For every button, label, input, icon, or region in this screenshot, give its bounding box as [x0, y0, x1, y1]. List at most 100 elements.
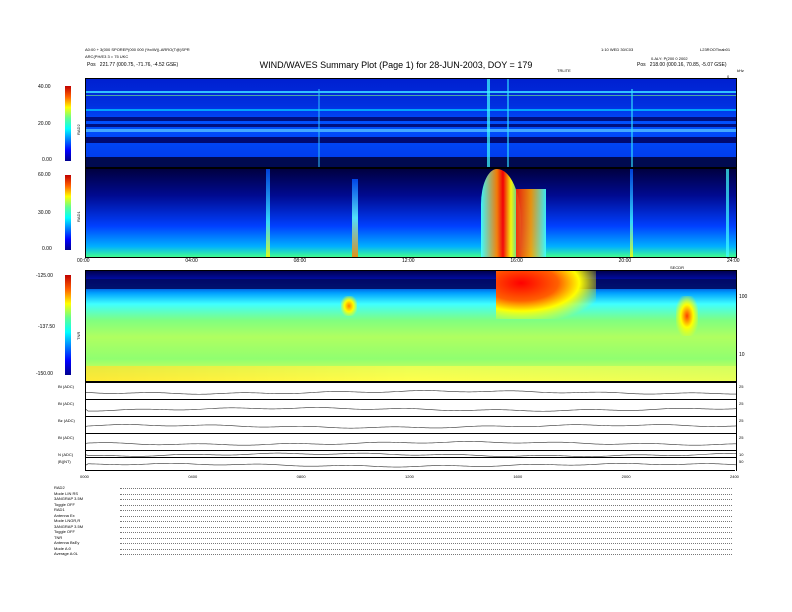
footer-row-label: RAD1: [54, 507, 65, 512]
trace-label: Bt (ADC): [58, 401, 74, 406]
footer-row: Mode LIN RS: [54, 491, 734, 496]
footer-row-dots: [120, 537, 732, 539]
trace-right-tick: 10: [739, 452, 744, 457]
trace-right-tick: 50: [739, 459, 744, 464]
header-right-unit: kHz: [737, 68, 744, 73]
trace-label: Bt (ADC): [58, 384, 74, 389]
footer-row-label: Mode LIN RS: [54, 490, 79, 496]
tnr-spectrogram: [85, 270, 737, 382]
trace-panel: [85, 457, 737, 471]
trace-label: N (ADC): [58, 452, 74, 457]
footer-row: Toggle OFF: [54, 502, 734, 507]
time-tick-top: 12:00: [402, 258, 415, 264]
tnr-right-tick-1: 10: [739, 352, 745, 358]
footer-row: RAD1: [54, 507, 734, 512]
tnr-cb-tick-2: -150.00: [36, 371, 53, 377]
footer-row: 3ANGRAP 3.5M: [54, 496, 734, 501]
trace-path: [86, 462, 736, 468]
header-right-line2: 0.ALY: P(200 0 2002: [651, 56, 688, 61]
time-tick-top: 20:00: [618, 258, 632, 264]
time-tick-bottom: 2000: [621, 474, 631, 479]
footer-row-label: Antenna Ex: [54, 512, 75, 518]
trace-label: |B|(NT): [58, 459, 71, 464]
tnr-right-unit: SECDR: [670, 265, 685, 270]
trace-path: [86, 407, 736, 412]
time-tick-top: 08:00: [293, 258, 307, 264]
header-left-line2: ARC(PH/E3 3 = 75 UKC: [85, 54, 129, 59]
trace-line: [86, 407, 736, 412]
footer-row: Toggle OFF: [54, 529, 734, 534]
time-tick-top: 24:00: [727, 258, 740, 264]
rad2-spectrogram: [85, 78, 737, 168]
footer-row-dots: [120, 526, 732, 528]
tnr-colorbar: [65, 275, 71, 375]
header-left-line1: A0:00 + 3(000 SPOREP(000 000 (%x/W))-ARR…: [85, 47, 190, 52]
header-right-line1b: L23ROOTinab01: [700, 47, 731, 52]
rad1-cb-tick-0: 60.00: [38, 172, 51, 178]
trace-right-tick: 25: [739, 401, 744, 406]
rad2-cb-tick-1: 20.00: [38, 121, 51, 127]
trace-label: Bt (ADC): [58, 435, 74, 440]
time-axis-bottom: 0000 0400 0800 1200 1600 2000 2400: [80, 474, 739, 482]
trace-line: [86, 441, 736, 446]
trace-panel: [85, 433, 737, 451]
footer-row-dots: [120, 487, 732, 489]
header-mid-sub: TRLITE: [557, 68, 571, 73]
footer-row-dots: [120, 553, 732, 555]
time-tick-top: 00:00: [77, 258, 90, 264]
trace-panel: [85, 399, 737, 417]
footer-row-dots: [120, 493, 732, 495]
trace-path: [86, 390, 736, 395]
footer-row-dots: [120, 542, 732, 544]
tnr-ylabel: TNR: [76, 331, 81, 340]
tnr-cb-tick-1: -137.50: [38, 324, 55, 330]
footer-row-label: Antenna BsEy: [54, 540, 80, 545]
rad2-cb-tick-2: 0.00: [42, 157, 52, 163]
trace-right-tick: 25: [739, 418, 744, 423]
trace-path: [86, 424, 736, 429]
trace-label: Bz (ADC): [58, 418, 75, 423]
trace-panel: [85, 416, 737, 434]
footer-row-dots: [120, 531, 732, 533]
footer-row-label: Toggle OFF: [54, 501, 75, 507]
footer-row: RAD2: [54, 485, 734, 490]
header-right-pos: Pos 218.00 (000.16, 70.85, -5.07 GSE): [637, 62, 727, 68]
trace-line: [86, 424, 736, 429]
footer-row-dots: [120, 520, 732, 522]
footer-row-dots: [120, 504, 732, 506]
rad1-cb-tick-2: 0.00: [42, 246, 52, 252]
time-tick-bottom: 1200: [405, 474, 414, 479]
footer-row: Mode LNGR,R: [54, 518, 734, 523]
time-tick-bottom: 1600: [513, 474, 523, 479]
footer-row-label: 3ANGRAP 3.5M: [54, 496, 84, 501]
header-right-pos-value: 218.00 (000.16, 70.85, -5.07 GSE): [649, 62, 727, 68]
header-right-line1a: 1:10 WED 30/C03: [601, 47, 634, 52]
footer-row-label: RAD2: [54, 485, 65, 490]
footer-row: Average A:0L: [54, 551, 734, 556]
footer-row-dots: [120, 498, 732, 500]
footer-row-label: Average A:0L: [54, 551, 78, 556]
time-tick-bottom: 0400: [188, 474, 198, 479]
footer-row-dots: [120, 548, 732, 550]
time-tick-bottom: 0000: [80, 474, 89, 479]
time-tick-bottom: 2400: [730, 474, 739, 479]
time-tick-top: 04:00: [185, 258, 198, 264]
trace-right-tick: 25: [739, 384, 744, 389]
time-axis-top: 00:00 04:00 08:00 12:00 16:00 20:00 24:00: [77, 258, 740, 266]
rad1-colorbar: [65, 175, 71, 250]
trace-panel: [85, 382, 737, 400]
trace-path: [86, 441, 736, 446]
rad1-spectrogram: [85, 168, 737, 258]
rad2-ylabel: RAD2: [76, 124, 81, 135]
footer-row: Mode A:0: [54, 546, 734, 551]
time-tick-bottom: 0800: [296, 474, 306, 479]
trace-right-tick: 25: [739, 435, 744, 440]
trace-bottom-border: [85, 470, 735, 471]
rad1-ylabel: RAD1: [76, 211, 81, 222]
footer-row: TNR: [54, 535, 734, 540]
footer-row-dots: [120, 509, 732, 511]
footer-row-label: Toggle OFF: [54, 529, 75, 534]
header-right-pos-label: Pos: [637, 62, 646, 68]
tnr-right-tick-0: 100: [739, 294, 748, 300]
footer-row: 3ANGRAP 3.5M: [54, 524, 734, 529]
